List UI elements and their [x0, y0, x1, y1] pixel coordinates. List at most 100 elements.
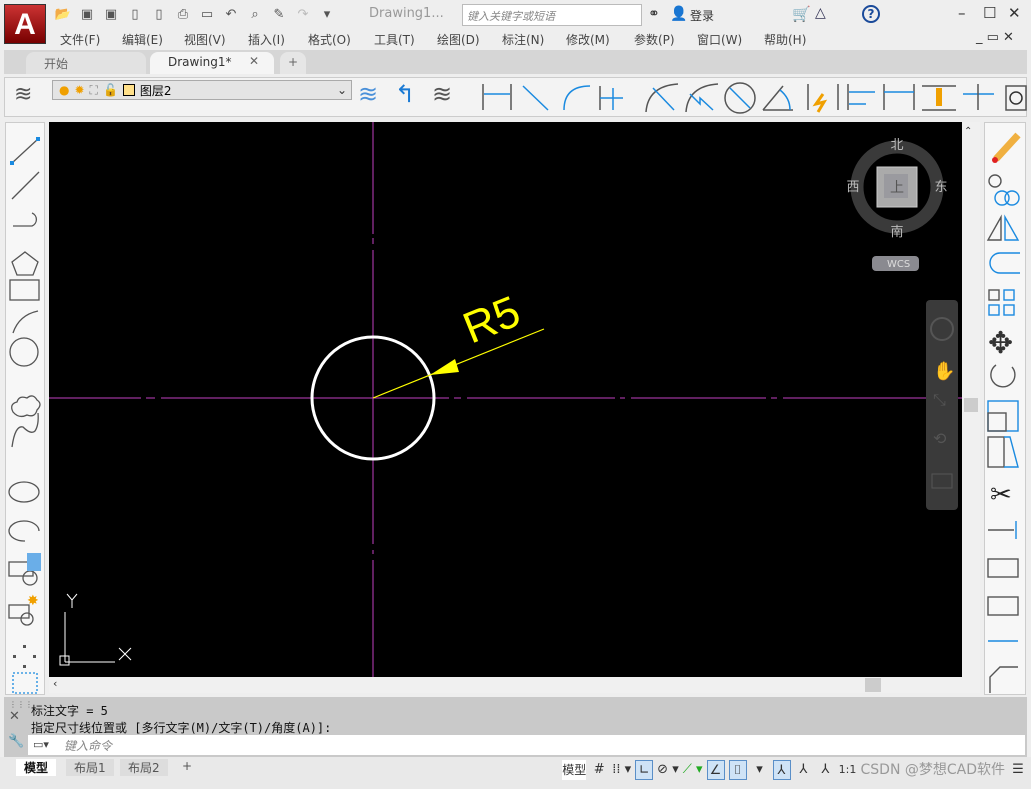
revcloud-icon[interactable] — [11, 395, 41, 418]
object-snap-tracking-icon[interactable]: ∠ — [706, 760, 725, 780]
radius-icon[interactable] — [645, 83, 679, 113]
tab-start[interactable]: 开始 — [26, 52, 146, 74]
close-tab-icon[interactable]: ✕ — [249, 54, 259, 68]
menu-view[interactable]: 视图(V) — [184, 31, 248, 48]
menu-file[interactable]: 文件(F) — [60, 31, 122, 48]
layer-previous-icon[interactable]: ↰ — [395, 80, 415, 108]
object-snap-dropdown-icon[interactable]: ▾ — [751, 760, 769, 780]
minimize-button[interactable]: – — [958, 4, 966, 22]
viewcube[interactable]: 上 北 南 西 东 WCS — [846, 138, 948, 271]
aligned-dimension-icon[interactable] — [522, 85, 549, 111]
bulb-on-icon[interactable]: ● — [59, 83, 69, 97]
preview-icon[interactable]: ⌕ — [246, 7, 264, 23]
construction-line-icon[interactable] — [11, 171, 40, 200]
print-icon[interactable]: ⎙ — [174, 7, 192, 23]
linear-dimension-icon[interactable] — [482, 84, 512, 110]
sun-icon[interactable]: ✹ — [74, 83, 84, 97]
grip-icon[interactable]: ⋮⋮⋮ — [9, 700, 33, 709]
ordinate-icon[interactable] — [599, 86, 623, 110]
export-icon[interactable]: ▯ — [126, 7, 144, 23]
command-prompt-icon[interactable]: ▭▾ — [33, 738, 49, 751]
horizontal-scrollbar[interactable]: ‹ — [49, 677, 980, 693]
rotate-icon[interactable] — [990, 364, 1016, 388]
menu-modify[interactable]: 修改(M) — [566, 31, 634, 48]
tolerance-icon[interactable] — [1005, 85, 1027, 111]
menu-edit[interactable]: 编辑(E) — [122, 31, 184, 48]
menu-dimension[interactable]: 标注(N) — [502, 31, 566, 48]
isodraft-icon[interactable]: ⟋ ▾ — [683, 760, 703, 780]
ellipse-icon[interactable] — [8, 481, 40, 503]
open-icon[interactable]: 📂 — [54, 7, 72, 23]
scale-icon[interactable] — [987, 400, 1019, 432]
layer-dropdown[interactable]: ● ✹ ⛶ 🔓 图层2 ⌄ — [52, 80, 352, 100]
insert-block-icon[interactable] — [8, 553, 41, 586]
add-layout-button[interactable]: + — [174, 759, 200, 776]
unlock-icon[interactable]: 🔓 — [103, 83, 118, 97]
undo-icon[interactable]: ↶ — [222, 7, 240, 23]
menu-insert[interactable]: 插入(I) — [248, 31, 308, 48]
user-icon[interactable]: 👤 — [670, 6, 687, 22]
break-icon[interactable] — [987, 596, 1019, 616]
cart-icon[interactable]: 🛒 — [792, 5, 811, 23]
quick-dimension-icon[interactable] — [807, 84, 839, 113]
tab-layout2[interactable]: 布局2 — [120, 759, 168, 776]
save-as-icon[interactable]: ▣ — [102, 7, 120, 23]
menu-window[interactable]: 窗口(W) — [697, 31, 764, 48]
scale-dropdown[interactable]: 1:1 — [839, 760, 857, 780]
spline-icon[interactable] — [11, 412, 39, 448]
tab-model[interactable]: 模型 — [16, 759, 57, 776]
make-current-layer-icon[interactable]: ≋ — [358, 80, 378, 108]
tab-layout1[interactable]: 布局1 — [66, 759, 114, 776]
space-icon[interactable] — [922, 85, 956, 111]
annotation-visibility-icon[interactable]: ⅄ — [772, 760, 791, 780]
stretch-icon[interactable] — [987, 436, 1019, 468]
break-icon[interactable] — [963, 84, 994, 110]
menu-parameters[interactable]: 参数(P) — [634, 31, 697, 48]
snap-icon[interactable]: ⁞⁞ ▾ — [612, 760, 631, 780]
continue-icon[interactable] — [883, 84, 915, 110]
move-icon[interactable]: ✥ — [988, 326, 1013, 361]
hatch-icon[interactable] — [12, 672, 38, 694]
grid-icon[interactable]: # — [590, 760, 608, 780]
create-block-icon[interactable]: ✸ — [8, 593, 39, 626]
close-button[interactable]: ✕ — [1008, 4, 1021, 22]
redo-icon[interactable]: ↷ — [294, 7, 312, 23]
customize-dropdown-icon[interactable]: ▾ — [318, 7, 336, 23]
dimension-text[interactable]: R5 — [456, 287, 527, 354]
erase-icon[interactable] — [992, 132, 1021, 163]
search-input[interactable]: 键入关键字或短语 — [462, 4, 642, 26]
point-icon[interactable] — [13, 645, 36, 668]
mirror-icon[interactable] — [986, 214, 1020, 241]
layer-states-icon[interactable]: ≋ — [432, 80, 452, 108]
publish-icon[interactable]: ▯ — [150, 7, 168, 23]
maximize-button[interactable]: ☐ — [983, 4, 996, 22]
annotation-scale-icon[interactable]: ⅄ — [817, 760, 835, 780]
trim-icon[interactable]: ✂ — [990, 480, 1012, 510]
array-icon[interactable] — [988, 289, 1015, 316]
ortho-icon[interactable]: ∟ — [635, 760, 654, 780]
ellipse-arc-icon[interactable] — [8, 520, 40, 542]
command-input[interactable]: 键入命令 — [28, 735, 1025, 755]
polygon-icon[interactable] — [11, 251, 39, 276]
break-at-point-icon[interactable] — [987, 558, 1019, 578]
layer-properties-icon[interactable]: ≋ — [14, 82, 32, 107]
a360-icon[interactable]: △ — [815, 5, 826, 21]
new-tab-button[interactable]: + — [280, 52, 307, 74]
vertical-scrollbar[interactable]: ⌃ — [962, 122, 980, 677]
angular-icon[interactable] — [762, 85, 793, 111]
copy-icon[interactable] — [988, 174, 1020, 206]
line-icon[interactable] — [10, 137, 40, 165]
menu-tools[interactable]: 工具(T) — [374, 31, 437, 48]
jogged-icon[interactable] — [685, 83, 719, 113]
customize-wrench-icon[interactable]: 🔧 — [8, 734, 24, 749]
baseline-icon[interactable] — [847, 84, 875, 110]
menu-help[interactable]: 帮助(H) — [764, 31, 806, 48]
navigation-bar[interactable]: ✋ ⤡ ⟲ — [926, 300, 958, 510]
customization-icon[interactable]: ☰ — [1009, 760, 1027, 780]
polyline-icon[interactable] — [13, 212, 38, 227]
menu-draw[interactable]: 绘图(D) — [437, 31, 502, 48]
chamfer-icon[interactable] — [989, 666, 1018, 693]
plot-icon[interactable]: ✎ — [270, 7, 288, 23]
arc-length-icon[interactable] — [563, 85, 591, 111]
save-icon[interactable]: ▣ — [78, 7, 96, 23]
